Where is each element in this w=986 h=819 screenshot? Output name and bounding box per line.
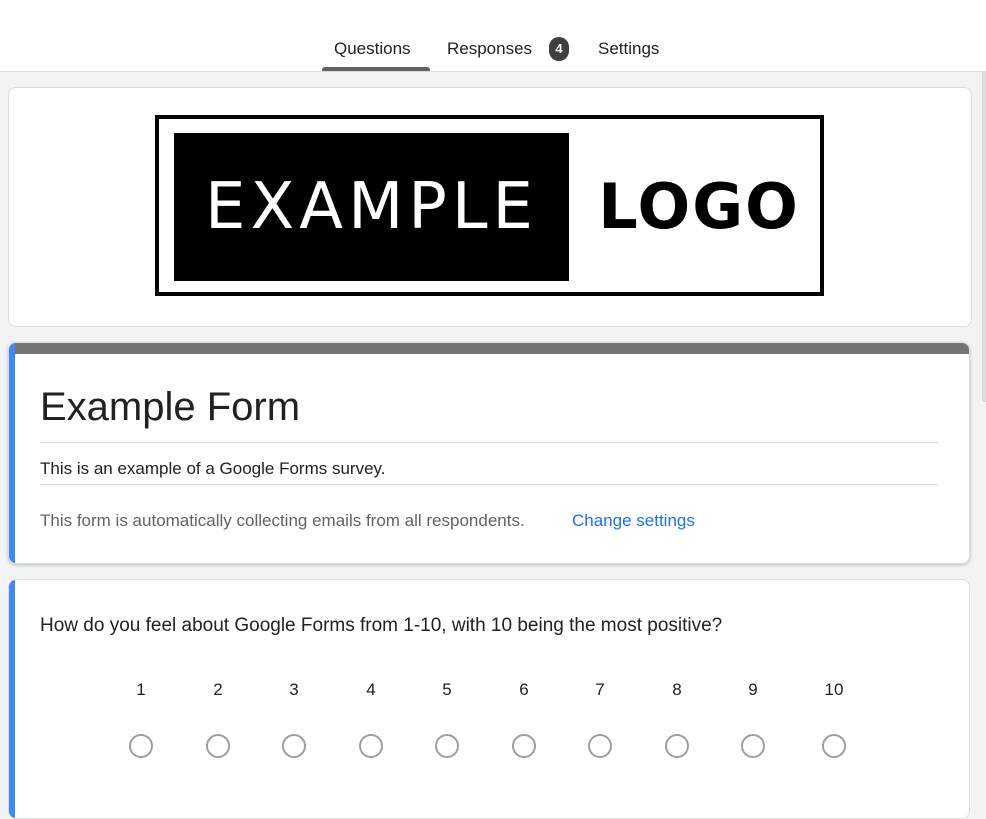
- tab-questions[interactable]: Questions: [334, 38, 411, 60]
- question-title[interactable]: How do you feel about Google Forms from …: [40, 614, 722, 638]
- scale-radio-7[interactable]: [588, 734, 612, 758]
- form-title[interactable]: Example Form: [40, 381, 300, 433]
- scale-label-10: 10: [824, 680, 844, 699]
- form-description[interactable]: This is an example of a Google Forms sur…: [40, 458, 386, 480]
- question-card-accent: [9, 580, 15, 818]
- scale-label-4: 4: [366, 680, 376, 699]
- logo-word-example: EXAMPLE: [205, 170, 538, 244]
- header-image-card: EXAMPLE LOGO: [8, 87, 972, 327]
- title-underline: [40, 442, 939, 443]
- scale-label-6: 6: [519, 680, 529, 699]
- scale-label-5: 5: [442, 680, 452, 699]
- tab-settings[interactable]: Settings: [598, 38, 659, 60]
- logo-black-block: EXAMPLE: [174, 133, 569, 281]
- email-collection-note: This form is automatically collecting em…: [40, 511, 525, 530]
- theme-color-bar: [9, 343, 969, 354]
- change-settings-link[interactable]: Change settings: [572, 510, 695, 532]
- scale-label-9: 9: [748, 680, 758, 699]
- scrollbar[interactable]: [982, 72, 986, 402]
- tab-responses[interactable]: Responses: [447, 38, 532, 60]
- question-card[interactable]: How do you feel about Google Forms from …: [8, 579, 970, 819]
- scale-radio-6[interactable]: [512, 734, 536, 758]
- active-tab-indicator: [322, 67, 430, 71]
- form-title-card[interactable]: Example Form This is an example of a Goo…: [8, 342, 970, 564]
- scale-radio-8[interactable]: [665, 734, 689, 758]
- scale-radio-9[interactable]: [741, 734, 765, 758]
- scale-label-1: 1: [136, 680, 146, 699]
- scale-radio-10[interactable]: [822, 734, 846, 758]
- scale-label-3: 3: [289, 680, 299, 699]
- scale-radio-4[interactable]: [359, 734, 383, 758]
- description-underline: [40, 484, 939, 485]
- top-tab-bar: Questions Responses 4 Settings: [0, 0, 986, 72]
- scale-label-2: 2: [213, 680, 223, 699]
- responses-count-badge: 4: [549, 37, 569, 61]
- scale-radio-3[interactable]: [282, 734, 306, 758]
- scale-radio-2[interactable]: [206, 734, 230, 758]
- selected-card-accent: [9, 343, 15, 563]
- scale-radio-5[interactable]: [435, 734, 459, 758]
- scale-label-7: 7: [595, 680, 605, 699]
- scale-radio-1[interactable]: [129, 734, 153, 758]
- scale-label-8: 8: [672, 680, 682, 699]
- logo-word-logo: LOGO: [598, 170, 800, 243]
- example-logo-image: EXAMPLE LOGO: [155, 115, 824, 296]
